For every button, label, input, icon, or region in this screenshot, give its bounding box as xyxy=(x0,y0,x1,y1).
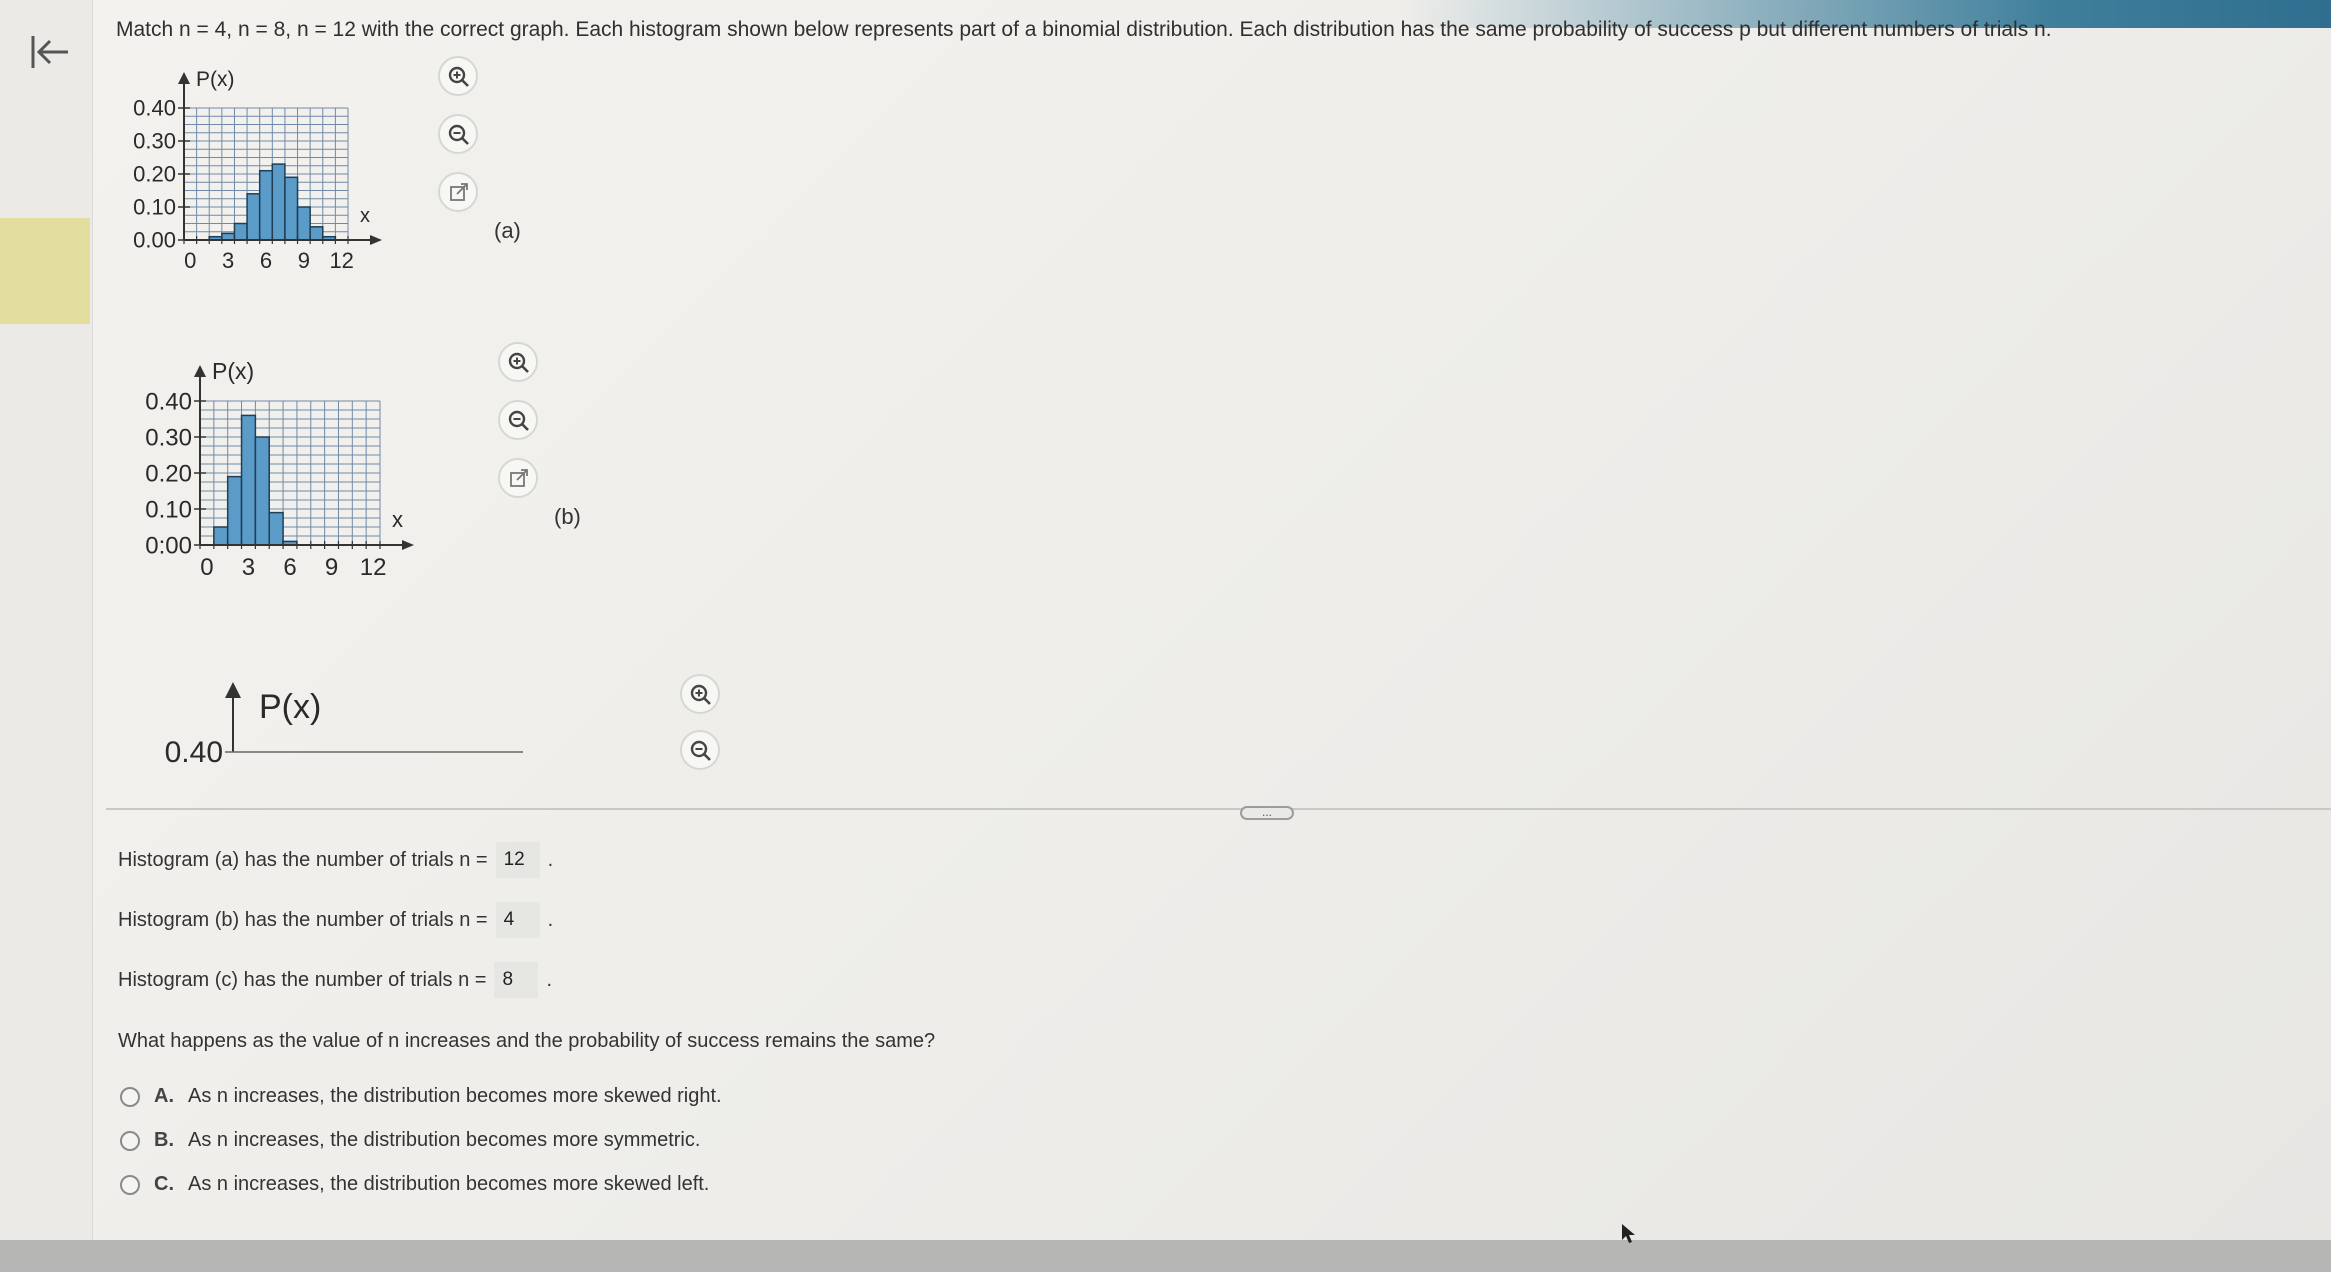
x-tick-label: 6 xyxy=(260,248,272,273)
answer-b-input[interactable]: 4 xyxy=(495,902,540,938)
zoom-in-icon xyxy=(508,352,529,373)
x-tick-label: 3 xyxy=(222,248,234,273)
x-tick-label: 0 xyxy=(200,554,213,581)
zoom-out-button-c[interactable] xyxy=(680,730,720,770)
y-tick-label: 0:00 xyxy=(145,532,192,559)
mouse-pointer-icon xyxy=(1620,1222,1638,1251)
y-tick-label: 0.30 xyxy=(133,129,176,154)
x-axis-arrow xyxy=(402,540,414,550)
answer-c-input[interactable]: 8 xyxy=(494,962,539,998)
bottom-bar xyxy=(0,1240,2331,1272)
histogram-bar xyxy=(284,176,299,241)
histogram-bar xyxy=(268,511,284,546)
zoom-out-icon xyxy=(508,410,529,431)
x-tick-label: 9 xyxy=(298,248,310,273)
x-axis-label: x xyxy=(392,507,403,532)
popout-button-a[interactable] xyxy=(438,172,478,212)
x-tick-label: 12 xyxy=(329,248,353,273)
answer-c-text: Histogram (c) has the number of trials n… xyxy=(118,968,487,991)
zoom-in-button-b[interactable] xyxy=(498,342,538,382)
option-a[interactable]: A. As n increases, the distribution beco… xyxy=(120,1085,722,1108)
y-tick-label: 0.30 xyxy=(145,424,192,451)
x-axis-label: x xyxy=(360,205,370,227)
answer-line-b: Histogram (b) has the number of trials n… xyxy=(118,902,553,938)
option-c[interactable]: C. As n increases, the distribution beco… xyxy=(120,1173,709,1196)
zoom-out-button-b[interactable] xyxy=(498,400,538,440)
y-axis-arrow xyxy=(225,682,241,698)
option-a-text: As n increases, the distribution becomes… xyxy=(188,1085,722,1107)
y-tick-label: 0.00 xyxy=(133,228,176,253)
back-arrow-icon[interactable] xyxy=(28,30,72,74)
histogram-a: 0.00 0.10 0.20 0.30 0.40 0 3 6 9 12 P(x) x xyxy=(133,68,382,273)
x-axis-arrow xyxy=(370,235,382,245)
histogram-b-label: (b) xyxy=(554,504,581,529)
y-axis-label: P(x) xyxy=(212,358,254,384)
answer-b-text: Histogram (b) has the number of trials n… xyxy=(118,908,488,931)
y-axis-label: P(x) xyxy=(259,688,321,726)
histogram-bar xyxy=(254,436,270,546)
popout-icon xyxy=(510,469,528,487)
option-c-text: As n increases, the distribution becomes… xyxy=(188,1173,710,1195)
left-rail xyxy=(0,0,93,1240)
histogram-bar xyxy=(240,414,257,546)
option-a-letter: A. xyxy=(154,1085,174,1107)
y-axis-arrow xyxy=(178,72,190,84)
section-divider xyxy=(106,808,2331,810)
y-axis-arrow xyxy=(194,365,206,377)
follow-up-prompt: What happens as the value of n increases… xyxy=(118,1030,936,1052)
option-b-text: As n increases, the distribution becomes… xyxy=(188,1129,701,1151)
x-tick-label: 0 xyxy=(184,248,196,273)
histogram-bar xyxy=(226,475,243,546)
y-tick-label: 0.10 xyxy=(133,195,176,220)
histogram-b: 0:00 0.10 0.20 0.30 0.40 0 3 6 9 12 P(x) x xyxy=(145,358,414,581)
histogram-bar xyxy=(213,526,229,546)
zoom-in-button-a[interactable] xyxy=(438,56,478,96)
answer-a-input[interactable]: 12 xyxy=(495,842,540,878)
x-tick-label: 9 xyxy=(325,554,338,581)
y-tick-label: 0.20 xyxy=(145,460,192,487)
histogram-bar xyxy=(296,206,311,241)
zoom-in-icon xyxy=(448,66,469,87)
histogram-bar xyxy=(233,222,248,241)
option-b-radio[interactable] xyxy=(120,1130,140,1151)
histogram-bar xyxy=(271,163,286,241)
popout-icon xyxy=(450,183,468,201)
expand-more-button[interactable]: ... xyxy=(1240,806,1294,820)
x-tick-label: 12 xyxy=(360,554,387,581)
y-tick-label: 0.40 xyxy=(145,388,192,415)
question-text: Match n = 4, n = 8, n = 12 with the corr… xyxy=(116,18,2052,41)
y-tick-label: 0.40 xyxy=(133,96,176,121)
histogram-bar xyxy=(246,193,261,241)
answer-line-a: Histogram (a) has the number of trials n… xyxy=(118,842,553,878)
zoom-in-button-c[interactable] xyxy=(680,674,720,714)
x-tick-label: 3 xyxy=(242,554,255,581)
popout-button-b[interactable] xyxy=(498,458,538,498)
y-tick-label: 0.10 xyxy=(145,496,192,523)
y-axis-label: P(x) xyxy=(196,68,235,91)
histogram-bar xyxy=(309,226,324,241)
current-question-indicator[interactable] xyxy=(0,218,90,324)
zoom-out-icon xyxy=(448,124,469,145)
y-tick-label: 0.20 xyxy=(133,162,176,187)
option-c-letter: C. xyxy=(154,1173,174,1195)
histogram-c: 0.40 P(x) xyxy=(165,682,523,769)
zoom-out-button-a[interactable] xyxy=(438,114,478,154)
x-tick-label: 6 xyxy=(283,554,296,581)
option-b[interactable]: B. As n increases, the distribution beco… xyxy=(120,1129,700,1152)
answer-line-c: Histogram (c) has the number of trials n… xyxy=(118,962,552,998)
option-a-radio[interactable] xyxy=(120,1086,140,1107)
zoom-in-icon xyxy=(690,684,711,705)
histogram-a-label: (a) xyxy=(494,218,521,243)
zoom-out-icon xyxy=(690,740,711,761)
histogram-bar xyxy=(258,169,274,241)
option-b-letter: B. xyxy=(154,1129,174,1151)
y-tick-label: 0.40 xyxy=(165,736,223,769)
option-c-radio[interactable] xyxy=(120,1174,140,1195)
answer-a-text: Histogram (a) has the number of trials n… xyxy=(118,848,488,871)
